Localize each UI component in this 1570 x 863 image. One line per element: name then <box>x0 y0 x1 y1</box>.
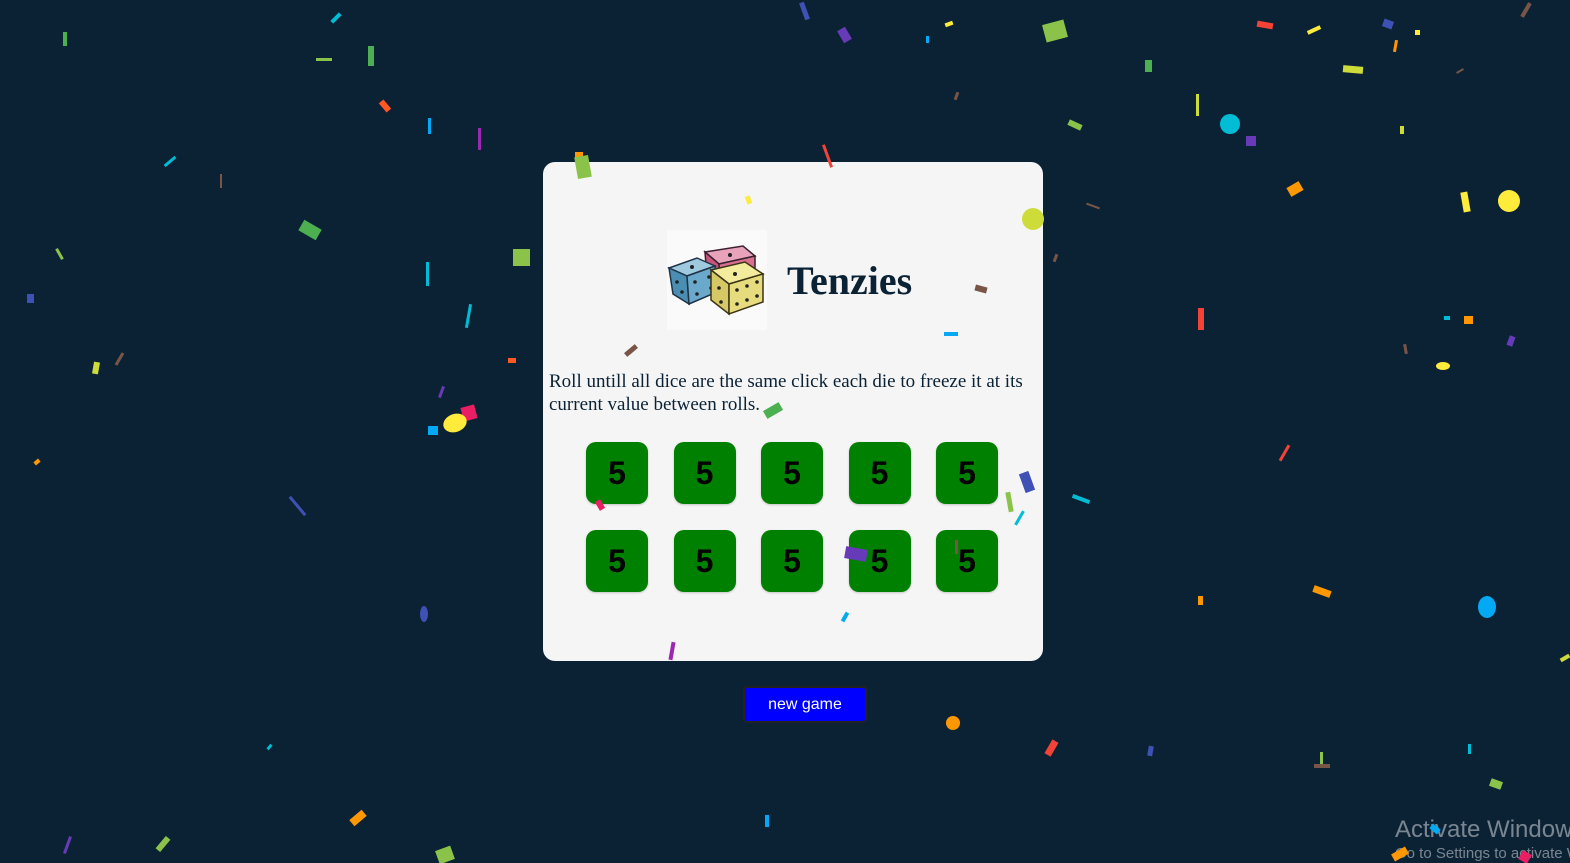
confetti-piece <box>1478 596 1496 618</box>
confetti-piece <box>428 118 431 134</box>
confetti-piece <box>163 155 177 168</box>
confetti-piece <box>1256 20 1274 30</box>
confetti-piece <box>1559 653 1570 663</box>
confetti-piece <box>765 815 769 827</box>
confetti-piece <box>1220 114 1240 134</box>
die[interactable]: 5 <box>936 530 998 592</box>
confetti-piece <box>92 361 100 375</box>
confetti-piece <box>1381 18 1395 30</box>
confetti-piece <box>266 743 273 751</box>
confetti-piece <box>799 1 810 21</box>
game-title: Tenzies <box>787 257 913 303</box>
confetti-piece <box>349 809 367 827</box>
confetti-piece <box>1196 94 1199 116</box>
confetti-piece <box>1488 778 1504 790</box>
confetti-piece <box>288 495 307 517</box>
confetti-piece <box>426 262 429 286</box>
die[interactable]: 5 <box>673 530 736 592</box>
confetti-piece <box>1436 362 1450 370</box>
confetti-piece <box>1312 585 1332 598</box>
confetti-piece <box>435 845 455 863</box>
confetti-piece <box>428 426 438 435</box>
die[interactable]: 5 <box>936 442 998 504</box>
confetti-piece <box>33 458 41 466</box>
confetti-piece <box>837 26 852 44</box>
confetti-piece <box>1286 181 1304 197</box>
confetti-piece <box>378 99 392 113</box>
die[interactable]: 5 <box>848 442 911 504</box>
confetti-piece <box>55 248 64 260</box>
confetti-piece <box>420 606 428 622</box>
confetti-piece <box>1278 444 1291 462</box>
confetti-piece <box>1456 68 1464 74</box>
confetti-piece <box>1145 60 1152 72</box>
confetti-piece <box>953 91 960 101</box>
confetti-piece <box>946 716 960 730</box>
confetti-piece <box>1086 202 1100 210</box>
confetti-piece <box>155 835 171 853</box>
confetti-piece <box>464 303 473 329</box>
die[interactable]: 5 <box>761 442 823 504</box>
new-game-button[interactable]: new game <box>743 686 867 723</box>
os-activation-watermark: Activate Windows Go to Settings to activ… <box>1395 815 1570 863</box>
confetti-piece <box>1342 65 1364 74</box>
confetti-piece <box>1320 752 1323 766</box>
instructions-text: Roll untill all dice are the same click … <box>549 371 1023 415</box>
confetti-piece <box>1071 494 1091 504</box>
confetti-piece <box>1198 308 1204 330</box>
confetti-piece <box>513 249 530 266</box>
confetti-piece <box>575 152 583 158</box>
confetti-piece <box>114 352 125 366</box>
confetti-piece <box>1044 739 1059 757</box>
confetti-piece <box>1306 25 1322 35</box>
confetti-piece <box>438 385 445 399</box>
three-dice-icon <box>667 230 767 330</box>
watermark-subtitle: Go to Settings to activate Windows. <box>1395 845 1570 862</box>
game-header: Tenzies <box>667 230 912 330</box>
confetti-piece <box>27 294 34 303</box>
confetti-piece <box>1444 316 1450 320</box>
confetti-piece <box>1400 126 1404 134</box>
confetti-piece <box>1415 30 1420 35</box>
die[interactable]: 5 <box>586 442 648 504</box>
confetti-piece <box>440 410 470 436</box>
confetti-piece <box>1464 316 1473 324</box>
confetti-piece <box>1498 190 1520 212</box>
confetti-piece <box>1052 253 1059 263</box>
confetti-piece <box>1506 335 1516 347</box>
confetti-piece <box>1042 19 1068 43</box>
confetti-piece <box>1246 136 1256 146</box>
confetti-piece <box>1067 119 1083 131</box>
die[interactable]: 5 <box>673 442 736 504</box>
watermark-title: Activate Windows <box>1395 816 1570 843</box>
confetti-piece <box>1147 745 1154 757</box>
confetti-piece <box>330 12 342 24</box>
confetti-piece <box>368 46 374 66</box>
confetti-piece <box>1314 764 1330 768</box>
confetti-piece <box>220 174 222 188</box>
confetti-piece <box>63 32 67 46</box>
confetti-piece <box>1468 744 1471 754</box>
confetti-piece <box>298 219 322 241</box>
confetti-piece <box>1392 39 1399 53</box>
die[interactable]: 5 <box>848 530 911 592</box>
confetti-piece <box>1403 343 1408 355</box>
confetti-piece <box>944 20 954 28</box>
confetti-piece <box>316 58 332 61</box>
confetti-piece <box>478 128 481 150</box>
confetti-piece <box>1520 2 1532 18</box>
die[interactable]: 5 <box>586 530 648 592</box>
confetti-piece <box>1460 191 1471 213</box>
confetti-piece <box>1198 596 1203 605</box>
die[interactable]: 5 <box>761 530 823 592</box>
confetti-piece <box>508 358 516 363</box>
confetti-piece <box>926 36 929 43</box>
confetti-piece <box>63 836 72 854</box>
confetti-piece <box>460 404 478 422</box>
game-card: Tenzies Roll untill all dice are the sam… <box>543 162 1043 661</box>
dice-grid: 5 5 5 5 5 5 5 5 5 5 <box>586 442 998 592</box>
